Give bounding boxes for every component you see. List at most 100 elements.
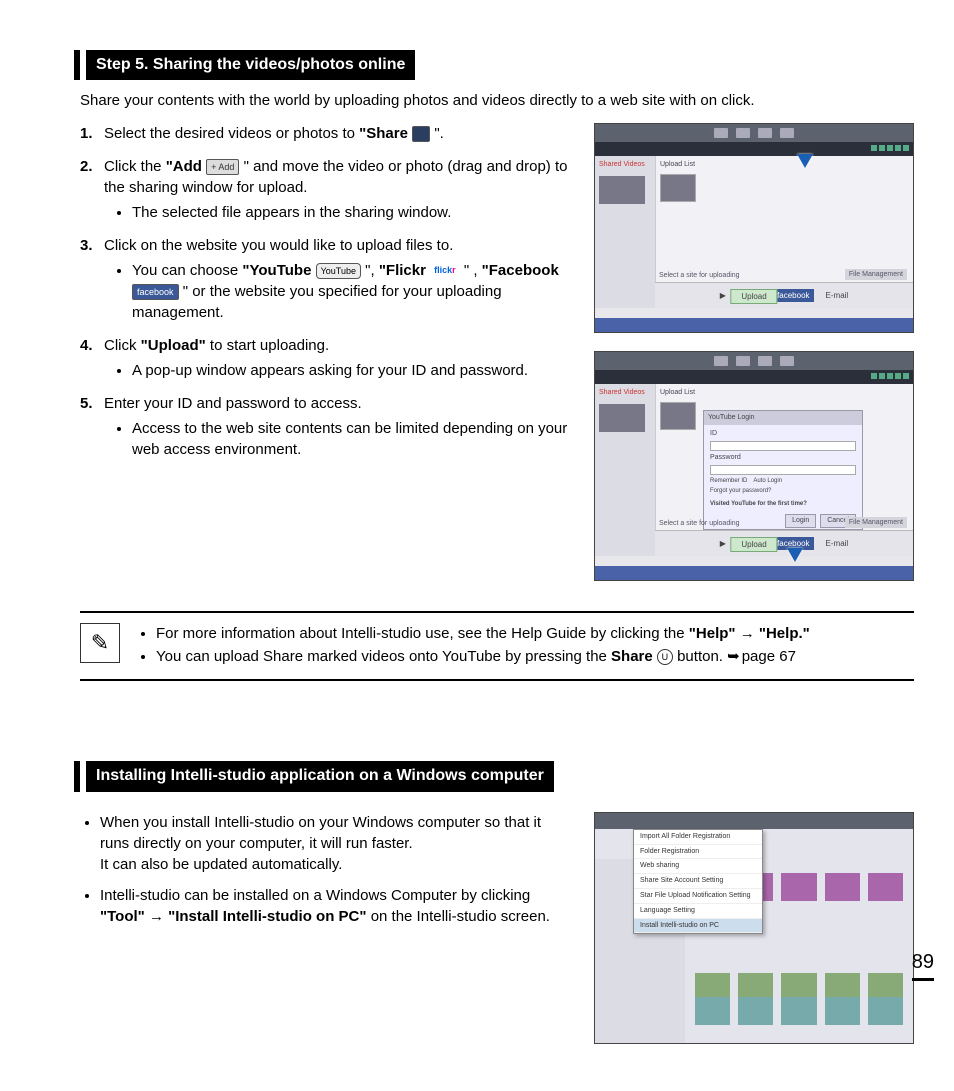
install-text-column: When you install Intelli-studio on your …	[80, 812, 574, 937]
main-label: Upload List	[660, 388, 909, 398]
thumbnail-row	[695, 997, 903, 1025]
forgot-label: Forgot your password?	[710, 487, 856, 495]
select-site-label: Select a site for uploading	[659, 519, 740, 529]
screenshot-install: Import All Folder Registration Folder Re…	[594, 812, 914, 1044]
note-text: For more information about Intelli-studi…	[156, 625, 689, 642]
flickr-label: "Flickr	[379, 262, 426, 279]
menu-item: Import All Folder Registration	[634, 830, 762, 845]
step-text: Select the desired videos or photos to	[104, 125, 359, 142]
section-header-install: Installing Intelli-studio application on…	[80, 761, 554, 791]
login-dialog: YouTube Login ID Password Remember ID Au…	[703, 410, 863, 530]
step-text: Click	[104, 337, 141, 354]
step-text-end: to start uploading.	[210, 337, 329, 354]
add-icon: + Add	[206, 159, 239, 175]
menu-item: Language Setting	[634, 904, 762, 919]
note-icon: ✎	[80, 623, 120, 663]
step-4: 4. Click "Upload" to start uploading. A …	[80, 335, 574, 381]
login-id-field	[710, 441, 856, 451]
step-1: 1. Select the desired videos or photos t…	[80, 123, 574, 144]
file-mgmt-label: File Management	[845, 269, 907, 281]
bullet-text: on the Intelli-studio screen.	[371, 908, 550, 925]
upload-button: Upload	[730, 537, 777, 552]
autologin-label: Auto Login	[753, 477, 782, 485]
step-2: 2. Click the "Add + Add " and move the v…	[80, 156, 574, 223]
note-text: button.	[677, 648, 727, 665]
email-service: E-mail	[822, 289, 853, 302]
install-bullet-2: Intelli-studio can be installed on a Win…	[100, 885, 574, 927]
page-number: 89	[912, 948, 934, 981]
arrow-right-icon	[149, 908, 164, 925]
service-bar: ▶ flickr facebook E-mail	[655, 282, 913, 308]
step-text: Click on the website you would like to u…	[104, 237, 453, 254]
firsttime-label: Visited YouTube for the first time?	[710, 500, 856, 508]
bullet-bold: "Tool"	[100, 908, 145, 925]
steps-column: 1. Select the desired videos or photos t…	[80, 123, 574, 472]
bullet-text: When you install Intelli-studio on your …	[100, 814, 541, 852]
main-thumbnail	[660, 174, 696, 202]
side-thumbnail	[599, 404, 645, 432]
menu-item: Share Site Account Setting	[634, 874, 762, 889]
youtube-label: "YouTube	[242, 262, 311, 279]
step-sub: A pop-up window appears asking for your …	[132, 360, 574, 381]
cursor-arrow-icon	[787, 548, 803, 562]
login-pw-field	[710, 465, 856, 475]
note-line-2: You can upload Share marked videos onto …	[156, 646, 914, 667]
facebook-icon: facebook	[132, 284, 179, 300]
step-text-end: ".	[434, 125, 444, 142]
step-sub: The selected file appears in the sharing…	[132, 202, 574, 223]
cursor-arrow-icon	[797, 154, 813, 168]
upload-button: Upload	[730, 289, 777, 304]
page-ref: page 67	[742, 648, 796, 665]
sub-text: " ,	[464, 262, 482, 279]
facebook-service: facebook	[773, 289, 813, 302]
menu-item: Star File Upload Notification Setting	[634, 889, 762, 904]
login-id-label: ID	[710, 429, 856, 439]
sub-text: ",	[365, 262, 379, 279]
step-number: 5.	[80, 393, 93, 414]
screenshot-login: Shared Videos Upload List YouTube Login …	[594, 351, 914, 581]
arrow-right-icon	[740, 625, 755, 642]
share-icon	[412, 126, 430, 142]
step-5: 5. Enter your ID and password to access.…	[80, 393, 574, 460]
side-label: Shared Videos	[599, 388, 651, 398]
note-bold: "Help"	[689, 625, 736, 642]
step-sub: You can choose "YouTube YouTube ", "Flic…	[132, 260, 574, 323]
bullet-text: It can also be updated automatically.	[100, 856, 342, 873]
remember-label: Remember ID	[710, 477, 747, 485]
file-mgmt-label: File Management	[845, 517, 907, 529]
main-label: Upload List	[660, 160, 909, 170]
menu-item: Web sharing	[634, 859, 762, 874]
youtube-icon: YouTube	[316, 263, 361, 279]
side-label: Shared Videos	[599, 160, 651, 170]
screenshot-upload: Shared Videos Upload List Select a site …	[594, 123, 914, 333]
note-block: ✎ For more information about Intelli-stu…	[80, 611, 914, 681]
step-text: Click the	[104, 158, 166, 175]
step-number: 4.	[80, 335, 93, 356]
step-text: Enter your ID and password to access.	[104, 395, 362, 412]
menu-item-highlighted: Install Intelli-studio on PC	[634, 919, 762, 934]
login-title: YouTube Login	[704, 411, 862, 425]
step-number: 3.	[80, 235, 93, 256]
step-bold: "Upload"	[141, 337, 206, 354]
login-button: Login	[785, 514, 816, 528]
install-bullet-1: When you install Intelli-studio on your …	[100, 812, 574, 875]
screenshots-column: Shared Videos Upload List Select a site …	[594, 123, 914, 581]
login-pw-label: Password	[710, 453, 856, 463]
share-round-icon: U	[657, 649, 673, 665]
note-bold: "Help."	[759, 625, 810, 642]
step-bold: "Share	[359, 125, 408, 142]
bullet-bold: "Install Intelli-studio on PC"	[168, 908, 366, 925]
side-thumbnail	[599, 176, 645, 204]
email-service: E-mail	[822, 537, 853, 550]
sub-text: " or the website you specified for your …	[132, 283, 502, 321]
step-3: 3. Click on the website you would like t…	[80, 235, 574, 323]
note-line-1: For more information about Intelli-studi…	[156, 623, 914, 644]
note-bold: Share	[611, 648, 653, 665]
flickr-icon: flickr	[430, 263, 460, 279]
sub-text: You can choose	[132, 262, 242, 279]
step-sub: Access to the web site contents can be l…	[132, 418, 574, 460]
youtube-service-icon: ▶	[716, 537, 730, 550]
youtube-service-icon: ▶	[716, 289, 730, 302]
step-number: 2.	[80, 156, 93, 177]
bullet-text: Intelli-studio can be installed on a Win…	[100, 887, 530, 904]
